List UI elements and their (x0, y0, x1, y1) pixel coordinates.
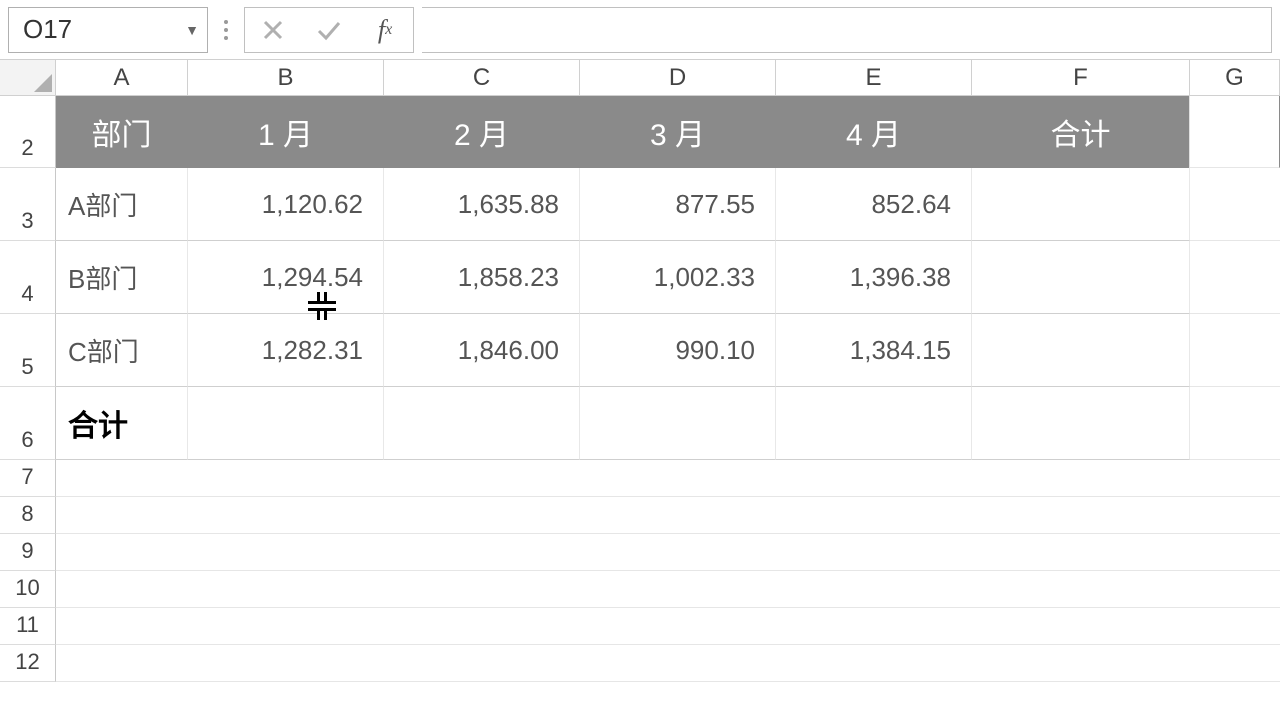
table-row: 5 C部门 1,282.31 1,846.00 990.10 1,384.15 (0, 314, 1280, 387)
row-header-4[interactable]: 4 (0, 241, 56, 314)
table-row: 6 合计 (0, 387, 1280, 460)
table-row: 3 A部门 1,120.62 1,635.88 877.55 852.64 (0, 168, 1280, 241)
header-m2[interactable]: 2 月 (384, 96, 580, 168)
cell-value[interactable]: 1,846.00 (384, 314, 580, 387)
header-m4[interactable]: 4 月 (776, 96, 972, 168)
cell[interactable] (1190, 168, 1280, 241)
col-header-C[interactable]: C (384, 60, 580, 95)
cell[interactable] (56, 534, 1280, 571)
cell-value[interactable]: 990.10 (580, 314, 776, 387)
cell-total[interactable] (972, 314, 1190, 387)
cell-value[interactable]: 1,396.38 (776, 241, 972, 314)
table-row: 2 部门 1 月 2 月 3 月 4 月 合计 (0, 96, 1280, 168)
table-row: 4 B部门 1,294.54 1,858.23 1,002.33 1,396.3… (0, 241, 1280, 314)
row-header-9[interactable]: 9 (0, 534, 56, 571)
header-total[interactable]: 合计 (972, 96, 1190, 168)
header-dept[interactable]: 部门 (56, 96, 188, 168)
col-header-A[interactable]: A (56, 60, 188, 95)
row-header-7[interactable]: 7 (0, 460, 56, 497)
cell-dept[interactable]: A部门 (56, 168, 188, 241)
cell[interactable] (972, 387, 1190, 460)
cell-value[interactable]: 1,282.31 (188, 314, 384, 387)
cell[interactable] (56, 497, 1280, 534)
separator-dots-icon (216, 20, 236, 40)
chevron-down-icon[interactable]: ▼ (185, 22, 199, 38)
cell-value[interactable]: 877.55 (580, 168, 776, 241)
fx-icon[interactable]: fx (357, 8, 413, 52)
cell-dept[interactable]: B部门 (56, 241, 188, 314)
row-header-5[interactable]: 5 (0, 314, 56, 387)
cell[interactable] (1190, 387, 1280, 460)
cell[interactable] (56, 608, 1280, 645)
col-header-E[interactable]: E (776, 60, 972, 95)
row-header-11[interactable]: 11 (0, 608, 56, 645)
formula-input[interactable] (422, 7, 1272, 53)
cell-value[interactable]: 852.64 (776, 168, 972, 241)
col-header-F[interactable]: F (972, 60, 1190, 95)
enter-icon[interactable] (301, 8, 357, 52)
cell-total[interactable] (972, 168, 1190, 241)
cell[interactable] (384, 387, 580, 460)
name-box[interactable]: O17 ▼ (8, 7, 208, 53)
col-header-G[interactable]: G (1190, 60, 1280, 95)
cell[interactable] (56, 460, 1280, 497)
cell[interactable] (188, 387, 384, 460)
spreadsheet-grid[interactable]: A B C D E F G 2 部门 1 月 2 月 3 月 4 月 合计 3 … (0, 60, 1280, 682)
table-row: 10 (0, 571, 1280, 608)
table-row: 7 (0, 460, 1280, 497)
column-headers: A B C D E F G (0, 60, 1280, 96)
col-header-D[interactable]: D (580, 60, 776, 95)
formula-bar: O17 ▼ fx (0, 0, 1280, 60)
cell[interactable] (1190, 96, 1280, 168)
row-header-2[interactable]: 2 (0, 96, 56, 168)
table-row: 8 (0, 497, 1280, 534)
name-box-value: O17 (23, 14, 72, 45)
cell[interactable] (56, 571, 1280, 608)
header-m1[interactable]: 1 月 (188, 96, 384, 168)
row-header-10[interactable]: 10 (0, 571, 56, 608)
cell-total-label[interactable]: 合计 (56, 387, 188, 460)
cell-value[interactable]: 1,002.33 (580, 241, 776, 314)
cell-dept[interactable]: C部门 (56, 314, 188, 387)
cell[interactable] (776, 387, 972, 460)
table-row: 12 (0, 645, 1280, 682)
row-header-3[interactable]: 3 (0, 168, 56, 241)
cell-value[interactable]: 1,384.15 (776, 314, 972, 387)
formula-buttons: fx (244, 7, 414, 53)
row-header-6[interactable]: 6 (0, 387, 56, 460)
cell[interactable] (56, 645, 1280, 682)
cancel-icon[interactable] (245, 8, 301, 52)
cell[interactable] (580, 387, 776, 460)
table-row: 11 (0, 608, 1280, 645)
cell-total[interactable] (972, 241, 1190, 314)
cell-value[interactable]: 1,294.54 (188, 241, 384, 314)
cell[interactable] (1190, 241, 1280, 314)
header-m3[interactable]: 3 月 (580, 96, 776, 168)
cell-value[interactable]: 1,858.23 (384, 241, 580, 314)
col-header-B[interactable]: B (188, 60, 384, 95)
table-row: 9 (0, 534, 1280, 571)
cell-value[interactable]: 1,120.62 (188, 168, 384, 241)
row-header-12[interactable]: 12 (0, 645, 56, 682)
cell[interactable] (1190, 314, 1280, 387)
select-all-corner[interactable] (0, 60, 56, 96)
cell-value[interactable]: 1,635.88 (384, 168, 580, 241)
row-header-8[interactable]: 8 (0, 497, 56, 534)
rows-area: 2 部门 1 月 2 月 3 月 4 月 合计 3 A部门 1,120.62 1… (0, 96, 1280, 682)
